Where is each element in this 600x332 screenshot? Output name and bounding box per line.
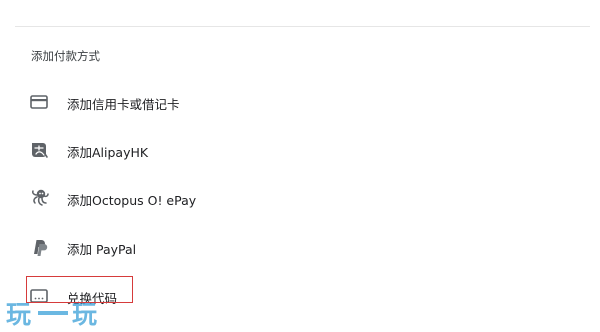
- add-paypal-option[interactable]: 添加 PayPal: [0, 227, 600, 267]
- option-label: 添加 PayPal: [67, 242, 137, 257]
- add-alipayhk-option[interactable]: 添加AlipayHK: [0, 130, 600, 170]
- option-label: 添加Octopus O! ePay: [67, 193, 197, 208]
- option-label: 添加AlipayHK: [67, 145, 149, 160]
- top-divider: [15, 26, 590, 27]
- paypal-icon: [28, 236, 50, 258]
- octopus-icon: [28, 187, 50, 209]
- add-credit-card-option[interactable]: 添加信用卡或借记卡: [0, 82, 600, 122]
- option-label: 添加信用卡或借记卡: [67, 97, 180, 112]
- add-octopus-option[interactable]: 添加Octopus O! ePay: [0, 178, 600, 218]
- svg-text:玩: 玩: [6, 300, 31, 329]
- credit-card-icon: [28, 91, 50, 113]
- section-title: 添加付款方式: [31, 49, 100, 63]
- watermark-logo: 玩 玩: [4, 296, 114, 330]
- alipayhk-icon: [28, 139, 50, 161]
- svg-text:玩: 玩: [72, 300, 97, 329]
- payment-methods-page: 添加付款方式 添加信用卡或借记卡 添加AlipayHK 添加Octopus O!…: [0, 0, 600, 332]
